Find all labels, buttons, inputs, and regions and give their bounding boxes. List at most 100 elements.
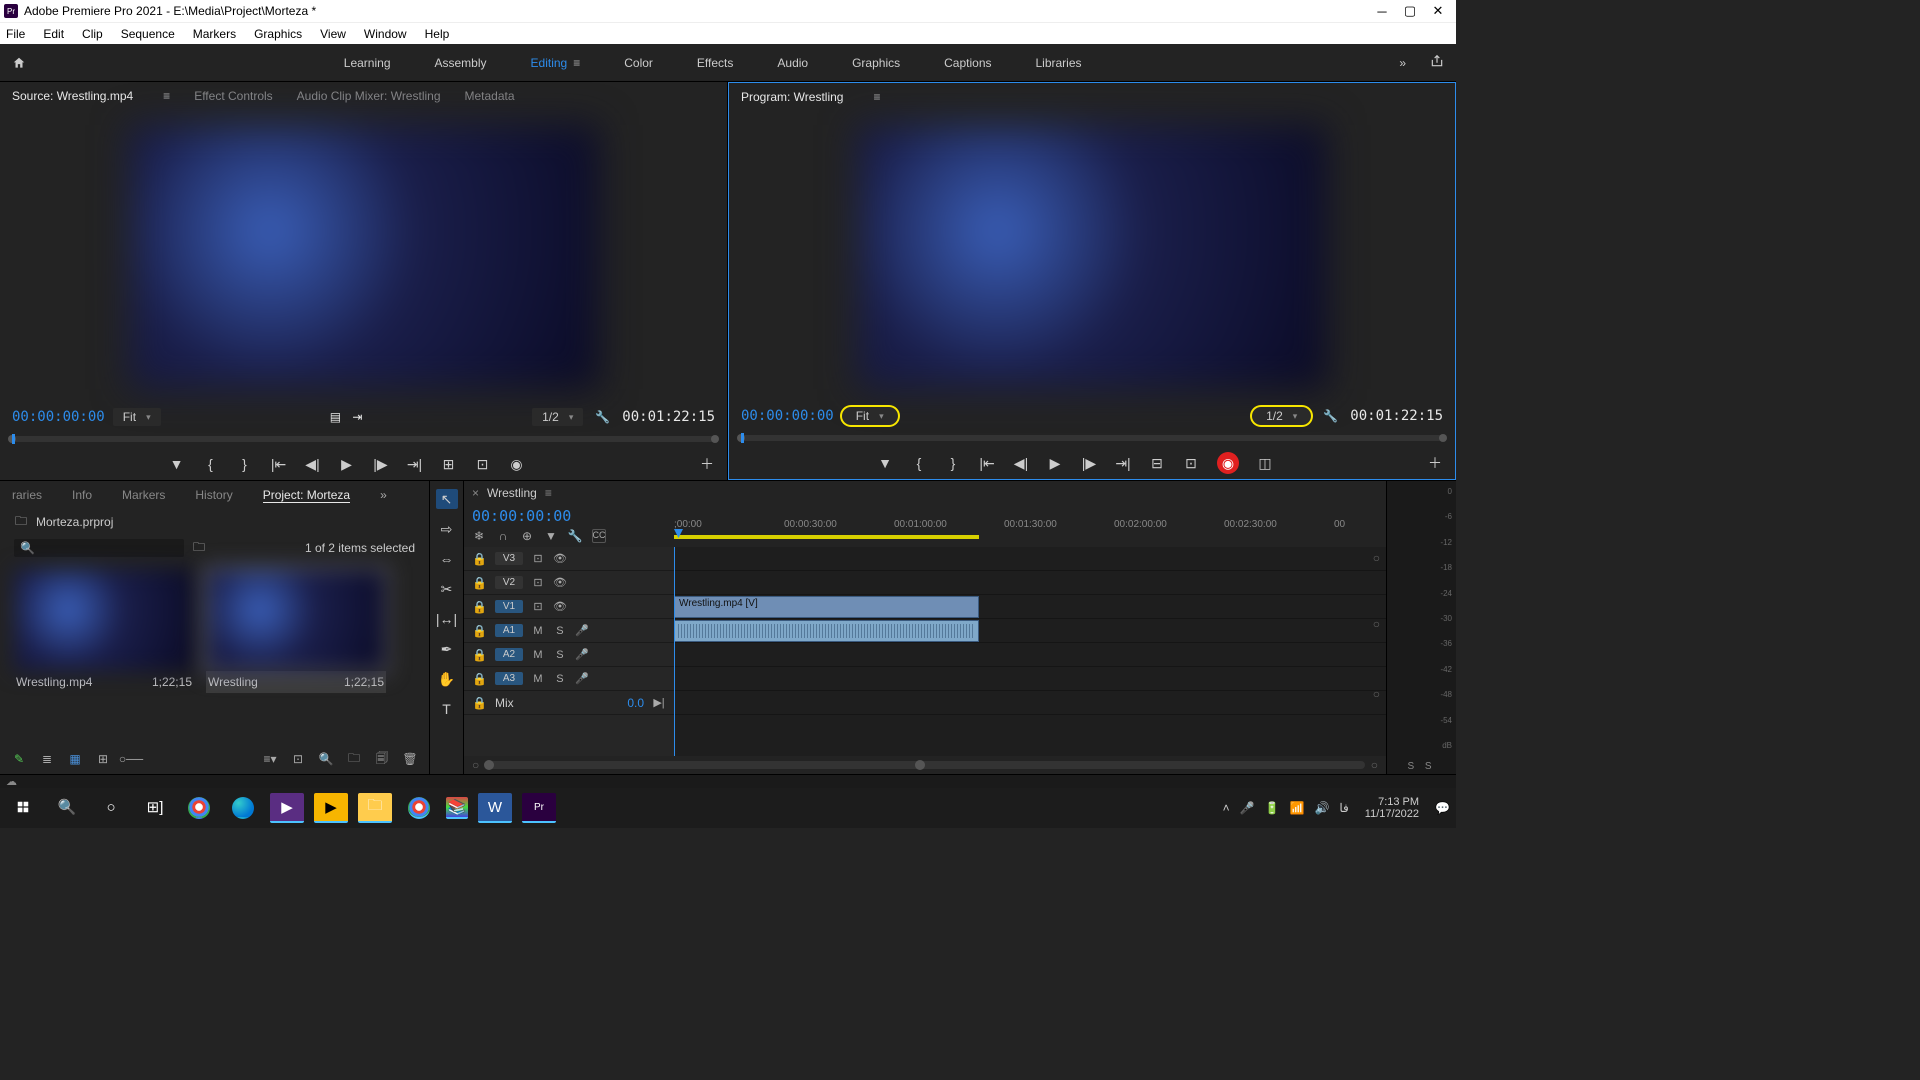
ripple-edit-tool[interactable]: ⇔ — [436, 549, 458, 569]
tab-source[interactable]: Source: Wrestling.mp4 — [12, 89, 133, 103]
tab-markers[interactable]: Markers — [122, 488, 165, 502]
settings-icon[interactable]: 🔧 — [568, 529, 582, 543]
list-view-button[interactable]: ≣ — [40, 752, 54, 766]
step-back-button[interactable]: ◀| — [1013, 455, 1029, 472]
automate-button[interactable]: ⊡ — [291, 752, 305, 766]
winrar-button[interactable]: 📚 — [446, 797, 468, 819]
mic-icon[interactable]: 🎤 — [1240, 801, 1255, 815]
marker-icon[interactable]: ▼ — [544, 529, 558, 543]
bin-item[interactable]: Wrestling.mp41;22;15 — [14, 569, 194, 736]
source-viewer[interactable] — [0, 110, 727, 404]
minimize-button[interactable]: ─ — [1368, 4, 1396, 19]
add-control-button[interactable]: ＋ — [699, 454, 715, 474]
freeform-view-button[interactable]: ⊞ — [96, 752, 110, 766]
menu-window[interactable]: Window — [364, 27, 407, 41]
extract-button[interactable]: ⊡ — [1183, 455, 1199, 472]
new-item-button[interactable]: 🗐 — [375, 749, 389, 770]
source-scrubber[interactable] — [0, 430, 727, 448]
new-bin-button[interactable]: 🗀 — [347, 749, 361, 770]
close-tab-icon[interactable]: × — [472, 486, 479, 500]
notifications-icon[interactable]: 💬 — [1435, 801, 1450, 815]
scroll-handle-icon[interactable]: ○ — [1373, 551, 1380, 565]
share-button[interactable] — [1418, 54, 1456, 71]
play-button[interactable]: ▶ — [1047, 455, 1063, 472]
workspace-learning[interactable]: Learning — [322, 56, 413, 70]
tab-libraries[interactable]: raries — [12, 488, 42, 502]
language-indicator[interactable]: فا — [1339, 801, 1348, 815]
add-marker-icon[interactable]: ⊕ — [520, 529, 534, 543]
start-button[interactable] — [6, 793, 40, 823]
wifi-icon[interactable]: 📶 — [1289, 801, 1304, 815]
close-button[interactable]: ✕ — [1424, 3, 1452, 19]
track-header-mix[interactable]: 🔒Mix0.0▶| — [464, 691, 674, 715]
scroll-handle-icon[interactable]: ○ — [1373, 617, 1380, 631]
tab-effect-controls[interactable]: Effect Controls — [194, 89, 272, 103]
workspace-libraries[interactable]: Libraries — [1014, 56, 1104, 70]
razor-tool[interactable]: ✂ — [436, 579, 458, 599]
word-button[interactable]: W — [478, 793, 512, 823]
selection-tool[interactable]: ↖ — [436, 489, 458, 509]
write-icon[interactable]: ✎ — [12, 752, 26, 766]
pen-tool[interactable]: ✒ — [436, 639, 458, 659]
step-forward-button[interactable]: |▶ — [373, 456, 389, 473]
program-zoom-dropdown[interactable]: Fit▾ — [842, 407, 898, 425]
workspace-assembly[interactable]: Assembly — [413, 56, 509, 70]
workspace-captions[interactable]: Captions — [922, 56, 1013, 70]
time-ruler[interactable]: ;00:00 00:00:30:00 00:01:00:00 00:01:30:… — [674, 519, 1386, 543]
export-frame-button[interactable]: ◉ — [1217, 452, 1239, 474]
track-header-a2[interactable]: 🔒A2MS🎤 — [464, 643, 674, 667]
mark-in-button[interactable]: { — [911, 455, 927, 471]
audio-clip[interactable] — [674, 620, 979, 642]
track-header-v3[interactable]: 🔒V3⊡👁 — [464, 547, 674, 571]
go-to-in-button[interactable]: |⇤ — [271, 456, 287, 473]
drag-video-icon[interactable]: ▤ — [328, 410, 342, 424]
maximize-button[interactable]: ▢ — [1396, 3, 1424, 19]
add-marker-button[interactable]: ▼ — [169, 456, 185, 472]
overwrite-button[interactable]: ⊡ — [475, 456, 491, 473]
go-to-in-button[interactable]: |⇤ — [979, 455, 995, 472]
play-button[interactable]: ▶ — [339, 456, 355, 473]
program-settings-icon[interactable]: 🔧 — [1323, 409, 1338, 423]
tab-history[interactable]: History — [195, 488, 232, 502]
track-header-a1[interactable]: 🔒A1MS🎤 — [464, 619, 674, 643]
tab-audio-mixer[interactable]: Audio Clip Mixer: Wrestling — [297, 89, 441, 103]
track-select-tool[interactable]: ⇨ — [436, 519, 458, 539]
track-header-v2[interactable]: 🔒V2⊡👁 — [464, 571, 674, 595]
icon-view-button[interactable]: ▦ — [68, 752, 82, 766]
explorer-button[interactable]: 🗀 — [358, 793, 392, 823]
source-menu-icon[interactable]: ≡ — [163, 89, 170, 103]
menu-markers[interactable]: Markers — [193, 27, 236, 41]
step-back-button[interactable]: ◀| — [305, 456, 321, 473]
step-forward-button[interactable]: |▶ — [1081, 455, 1097, 472]
bin-item[interactable]: Wrestling1;22;15 — [206, 569, 386, 736]
clock[interactable]: 7:13 PM 11/17/2022 — [1359, 796, 1425, 820]
volume-icon[interactable]: 🔊 — [1314, 801, 1329, 815]
tab-metadata[interactable]: Metadata — [465, 89, 515, 103]
tabs-overflow[interactable]: » — [380, 488, 387, 502]
cortana-button[interactable]: ○ — [94, 793, 128, 823]
mark-out-button[interactable]: } — [945, 455, 961, 471]
menu-view[interactable]: View — [320, 27, 346, 41]
timeline-scrollbar[interactable] — [485, 761, 1365, 769]
tray-chevron-icon[interactable]: ˄ — [1223, 801, 1230, 815]
snap-icon[interactable]: ❄ — [472, 529, 486, 543]
work-area-bar[interactable] — [674, 535, 979, 539]
track-area[interactable]: Wrestling.mp4 [V] ○ ○ ○ — [674, 547, 1386, 756]
go-to-out-button[interactable]: ⇥| — [407, 456, 423, 473]
track-header-v1[interactable]: 🔒V1⊡👁 — [464, 595, 674, 619]
delete-button[interactable]: 🗑 — [403, 752, 417, 766]
workspace-color[interactable]: Color — [602, 56, 675, 70]
new-bin-icon[interactable]: 🗀 — [192, 538, 206, 559]
edge-button[interactable] — [232, 797, 254, 819]
menu-graphics[interactable]: Graphics — [254, 27, 302, 41]
chrome-button[interactable] — [188, 797, 210, 819]
tab-program[interactable]: Program: Wrestling — [741, 90, 843, 104]
solo-buttons[interactable]: S S — [1387, 761, 1456, 772]
workspace-effects[interactable]: Effects — [675, 56, 755, 70]
comparison-view-button[interactable]: ◫ — [1257, 455, 1273, 472]
menu-clip[interactable]: Clip — [82, 27, 103, 41]
workspace-editing[interactable]: Editing — [509, 56, 603, 70]
tab-project[interactable]: Project: Morteza — [263, 488, 350, 503]
drag-audio-icon[interactable]: ⇥ — [350, 410, 364, 424]
lift-button[interactable]: ⊟ — [1149, 455, 1165, 472]
